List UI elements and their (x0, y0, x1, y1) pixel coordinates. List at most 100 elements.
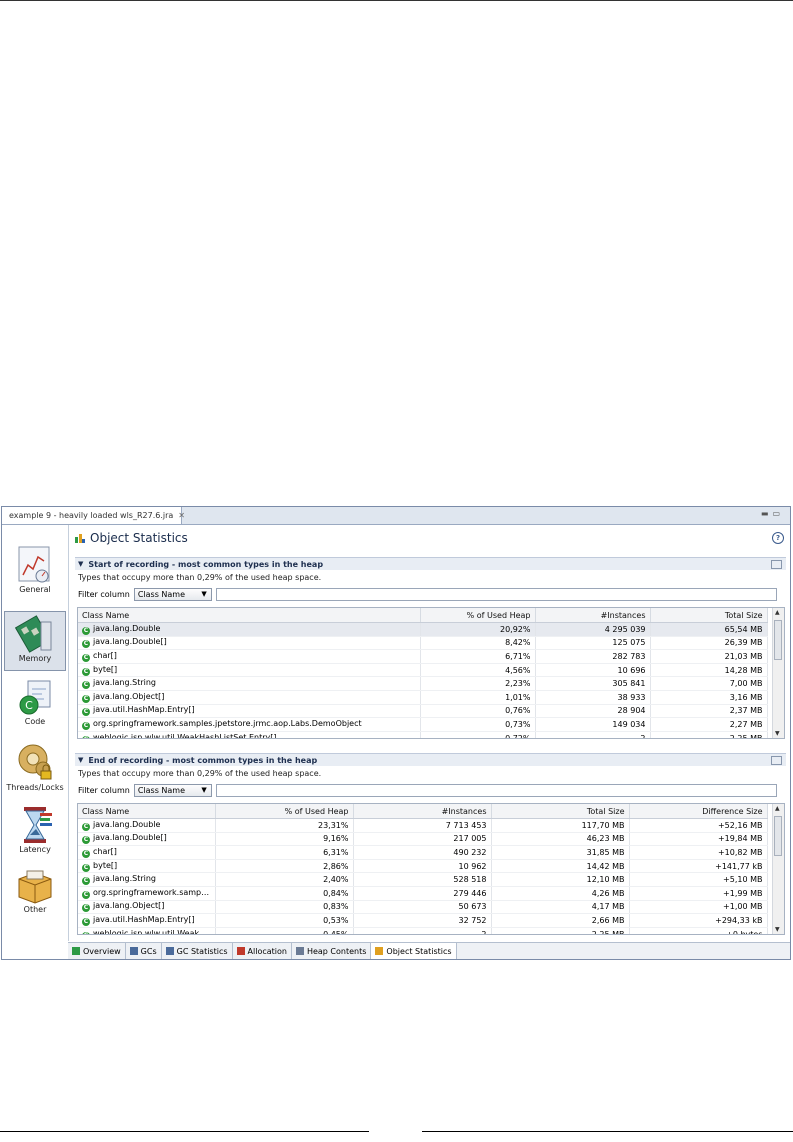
close-tab-icon[interactable]: ✕ (178, 511, 185, 520)
section-layout-icon[interactable] (771, 560, 782, 569)
table-row[interactable]: Cweblogic.jsp.wlw.util.WeakHas...0,45%22… (78, 927, 768, 934)
cell-value: 2,37 MB (650, 704, 768, 719)
filter-column-select[interactable]: Class Name ▼ (133, 783, 212, 797)
sidebar-label-code: Code (24, 717, 46, 726)
end-table-scrollbar[interactable]: ▲ ▼ (772, 804, 784, 934)
start-section-title: Start of recording - most common types i… (88, 559, 324, 569)
bottom-tab-gc-statistics[interactable]: GC Statistics (162, 943, 233, 959)
filter-text-input[interactable] (215, 587, 777, 601)
minimize-icon[interactable]: ▬ (761, 509, 773, 518)
cell-value: 2,23% (420, 676, 536, 691)
cell-value: 32 752 (353, 913, 492, 928)
cell-value: 1,01% (420, 690, 536, 705)
cell-class-name: Cjava.lang.Double (78, 622, 421, 637)
sidebar-item-code[interactable]: C Code (4, 677, 66, 737)
column-header-total-size[interactable]: Total Size (650, 608, 768, 623)
sidebar-item-memory[interactable]: Memory (4, 611, 66, 671)
table-row[interactable]: Cjava.lang.Double 23,31% 7 713 453 117,70 M… (78, 818, 768, 833)
bottom-tab-bar: Overview GCs GC Statistics Allocation Heap C… (68, 942, 790, 959)
bottom-tab-allocation[interactable]: Allocation (233, 943, 292, 959)
help-icon[interactable]: ? (772, 532, 784, 544)
column-header-instances[interactable]: #Instances (535, 608, 651, 623)
column-header-class-name[interactable]: Class Name (78, 608, 421, 623)
section-layout-icon[interactable] (771, 756, 782, 765)
sidebar-item-other[interactable]: Other (4, 863, 66, 923)
end-of-recording-section: ▼ End of recording - most common types i… (75, 753, 786, 935)
cell-value: 38 933 (535, 690, 651, 705)
cell-class-name: Cjava.lang.String (78, 872, 216, 887)
class-name-text: java.lang.Double[] (93, 833, 167, 843)
sidebar-label-other: Other (23, 905, 47, 914)
cell-class-name: Cjava.lang.Double[] (78, 636, 421, 651)
table-row[interactable]: Cjava.lang.Double[] 9,16% 217 005 46,23 MB +… (78, 832, 768, 847)
table-row[interactable]: Cbyte[] 2,86% 10 962 14,42 MB +141,77 kB (78, 859, 768, 874)
column-header-difference-size[interactable]: Difference Size (629, 804, 768, 819)
class-icon: C (82, 904, 90, 913)
editor-tab[interactable]: example 9 - heavily loaded wls_R27.6.jra… (2, 507, 185, 524)
filter-column-select[interactable]: Class Name ▼ (133, 587, 212, 601)
table-row[interactable]: Cjava.lang.String 2,40% 528 518 12,10 MB +5,… (78, 872, 768, 887)
scroll-thumb[interactable] (774, 620, 782, 660)
column-header-percent-heap[interactable]: % of Used Heap (420, 608, 536, 623)
column-header-total-size[interactable]: Total Size (491, 804, 630, 819)
cell-value: 4,26 MB (491, 886, 630, 901)
table-row[interactable]: Cchar[] 6,31% 490 232 31,85 MB +10,82 MB (78, 845, 768, 860)
table-row[interactable]: Cjava.util.HashMap.Entry[] 0,53% 32 752 2,6… (78, 913, 768, 928)
cell-value: 26,39 MB (650, 636, 768, 651)
start-table-scrollbar[interactable]: ▲ ▼ (772, 608, 784, 738)
object-statistics-page: Object Statistics ? ▼ Start of recording… (69, 525, 790, 941)
table-row[interactable]: Cjava.lang.Double[] 8,42% 125 075 26,39 MB (78, 636, 768, 651)
cell-value: 6,31% (215, 845, 354, 860)
start-section-header[interactable]: ▼ Start of recording - most common types… (75, 557, 786, 570)
table-row[interactable]: Cjava.lang.Object[] 0,83% 50 673 4,17 MB +1,… (78, 900, 768, 915)
collapse-triangle-icon[interactable]: ▼ (78, 756, 83, 764)
column-header-percent-heap[interactable]: % of Used Heap (215, 804, 354, 819)
scroll-thumb[interactable] (774, 816, 782, 856)
cell-value: 0,76% (420, 704, 536, 719)
bottom-tab-gcs[interactable]: GCs (126, 943, 162, 959)
cell-value: 528 518 (353, 872, 492, 887)
table-row[interactable]: Cchar[] 6,71% 282 783 21,03 MB (78, 649, 768, 664)
table-row[interactable]: Cjava.lang.Double 20,92% 4 295 039 65,54 MB (78, 622, 768, 637)
end-section-header[interactable]: ▼ End of recording - most common types i… (75, 753, 786, 766)
class-icon: C (82, 931, 90, 934)
table-row[interactable]: Cbyte[] 4,56% 10 696 14,28 MB (78, 663, 768, 678)
sidebar-item-threads-locks[interactable]: Threads/Locks (4, 737, 66, 803)
cell-value: 117,70 MB (491, 818, 630, 833)
bottom-tab-overview[interactable]: Overview (68, 943, 126, 959)
table-row[interactable]: Corg.springframework.samples.... 0,84% 279… (78, 886, 768, 901)
sidebar-item-general[interactable]: General (4, 543, 66, 615)
maximize-icon[interactable]: ▭ (772, 509, 784, 518)
scroll-down-icon[interactable]: ▼ (775, 926, 780, 933)
bottom-tab-heap-contents[interactable]: Heap Contents (292, 943, 372, 959)
sidebar-item-latency[interactable]: Latency (4, 803, 66, 863)
class-name-text: java.lang.Double[] (93, 637, 167, 647)
cell-value: 0,53% (215, 913, 354, 928)
table-row[interactable]: Cjava.lang.Object[] 1,01% 38 933 3,16 MB (78, 690, 768, 705)
end-section-title: End of recording - most common types in … (88, 755, 318, 765)
cell-value: +52,16 MB (629, 818, 768, 833)
filter-text-input[interactable] (215, 783, 777, 797)
class-icon: C (82, 721, 90, 730)
cell-value: 8,42% (420, 636, 536, 651)
collapse-triangle-icon[interactable]: ▼ (78, 560, 83, 568)
table-row[interactable]: Corg.springframework.samples.jpetstore.j… (78, 717, 768, 732)
filter-column-label: Filter column (78, 785, 130, 795)
scroll-up-icon[interactable]: ▲ (775, 609, 780, 616)
table-row[interactable]: Cjava.util.HashMap.Entry[] 0,76% 28 904 2,3… (78, 704, 768, 719)
cell-value: 31,85 MB (491, 845, 630, 860)
class-name-text: byte[] (93, 860, 118, 870)
table-row[interactable]: Cweblogic.jsp.wlw.util.WeakHashListSet.E… (78, 731, 768, 738)
class-icon: C (82, 653, 90, 662)
scroll-up-icon[interactable]: ▲ (775, 805, 780, 812)
cell-value: 2,86% (215, 859, 354, 874)
column-header-class-name[interactable]: Class Name (78, 804, 216, 819)
cell-class-name: Cjava.lang.Object[] (78, 690, 421, 705)
table-row[interactable]: Cjava.lang.String 2,23% 305 841 7,00 MB (78, 676, 768, 691)
bottom-tab-object-statistics[interactable]: Object Statistics (371, 943, 457, 959)
scroll-down-icon[interactable]: ▼ (775, 730, 780, 737)
sidebar-label-latency: Latency (19, 845, 51, 854)
cell-value: +294,33 kB (629, 913, 768, 928)
dropdown-arrow-icon: ▼ (201, 589, 207, 598)
column-header-instances[interactable]: #Instances (353, 804, 492, 819)
